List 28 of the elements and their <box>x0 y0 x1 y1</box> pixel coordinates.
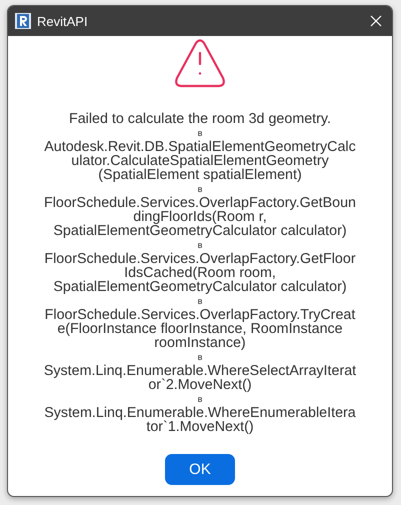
stack-trace-line: FloorSchedule.Services.OverlapFactory.GetFloor <box>44 252 356 266</box>
stack-separator: в <box>198 351 202 364</box>
stack-trace-line: FloorSchedule.Services.OverlapFactory.TryCreat <box>44 308 356 322</box>
ok-button[interactable]: OK <box>165 454 235 485</box>
stack-trace-line: or`2.MoveNext() <box>148 378 252 392</box>
stack-trace-line: roomInstance) <box>154 336 246 350</box>
stack-trace-line: (SpatialElement spatialElement) <box>98 168 302 182</box>
stack-separator: в <box>198 183 202 196</box>
stack-trace-line: Autodesk.Revit.DB.SpatialElementGeometryCalc <box>44 140 356 154</box>
error-message: Failed to calculate the room 3d geometry. <box>69 112 331 126</box>
app-logo-icon <box>15 13 31 29</box>
warning-icon <box>174 39 226 88</box>
close-button[interactable] <box>368 13 384 29</box>
stack-separator: в <box>198 295 202 308</box>
stack-trace-line: tor`1.MoveNext() <box>146 420 254 434</box>
stack-trace-line: System.Linq.Enumerable.WhereSelectArrayIterat <box>44 364 356 378</box>
stack-trace-line: System.Linq.Enumerable.WhereEnumerableItera <box>44 406 356 420</box>
stack-separator: в <box>198 239 202 252</box>
stack-trace-line: ulator.CalculateSpatialElementGeometry <box>71 154 329 168</box>
stack-trace-line: dingFloorIds(Room r, <box>133 210 267 224</box>
stack-separator: в <box>198 393 202 406</box>
stack-trace-line: SpatialElementGeometryCalculator calculator) <box>53 224 347 238</box>
stack-trace-line: IdsCached(Room room, <box>124 266 276 280</box>
stack-trace-line: FloorSchedule.Services.OverlapFactory.GetBoun <box>44 196 356 210</box>
stack-trace-line: SpatialElementGeometryCalculator calculator) <box>53 280 347 294</box>
stack-trace-line: e(FloorInstance floorInstance, RoomInstance <box>57 322 343 336</box>
stack-separator: в <box>198 127 202 140</box>
window-title: RevitAPI <box>37 14 89 28</box>
